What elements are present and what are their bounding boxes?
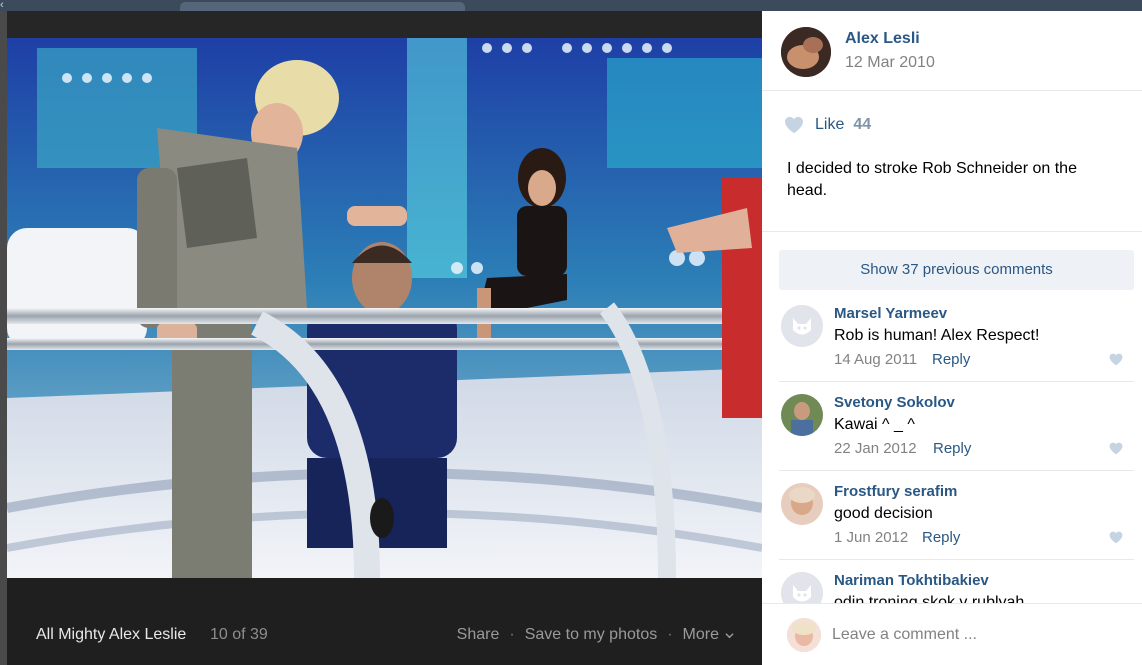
like-count: 44 — [853, 116, 872, 133]
back-chevron-icon: ‹ — [0, 0, 4, 11]
like-label: Like — [815, 116, 845, 133]
commenter-avatar[interactable] — [781, 483, 823, 525]
comment-text: Kawai ^ _ ^ — [834, 416, 915, 433]
photo-counter: 10 of 39 — [210, 626, 268, 643]
photo-description: I decided to stroke Rob Schneider on the… — [787, 160, 1077, 199]
comment-like-heart-icon[interactable] — [1109, 442, 1123, 455]
like-button[interactable]: Like 44 — [784, 116, 871, 134]
album-title-link[interactable]: All Mighty Alex Leslie — [36, 626, 186, 644]
divider — [779, 559, 1134, 560]
comment-item: Nariman Tokhtibakiev odin troning skok v… — [762, 568, 1142, 603]
background-search-bar — [180, 2, 465, 11]
heart-icon — [785, 116, 803, 134]
divider — [762, 603, 1142, 604]
chevron-down-icon[interactable] — [725, 631, 734, 640]
commenter-photo-avatar — [781, 394, 823, 436]
post-date: 12 Mar 2010 — [845, 54, 935, 71]
commenter-name-link[interactable]: Nariman Tokhtibakiev — [834, 572, 989, 589]
current-user-avatar[interactable] — [787, 618, 821, 652]
comment-like-heart-icon[interactable] — [1109, 353, 1123, 366]
viewer-footer: All Mighty Alex Leslie 10 of 39 Share · … — [7, 578, 762, 665]
divider — [779, 381, 1134, 382]
comment-item: Frostfury serafim good decision 1 Jun 20… — [762, 479, 1142, 568]
commenter-avatar[interactable] — [781, 305, 823, 347]
author-name-link[interactable]: Alex Lesli — [845, 30, 920, 48]
more-menu-button[interactable]: More — [683, 626, 719, 644]
reply-button[interactable]: Reply — [933, 440, 971, 457]
comment-text: Rob is human! Alex Respect! — [834, 327, 1040, 344]
divider — [762, 231, 1142, 232]
comment-date: 1 Jun 2012 — [834, 529, 909, 546]
reply-button[interactable]: Reply — [922, 529, 960, 546]
default-avatar-icon — [781, 305, 823, 347]
comment-input[interactable] — [832, 618, 1122, 652]
comment-text: odin troning skok v rublyah — [834, 594, 1025, 603]
comment-item: Marsel Yarmeev Rob is human! Alex Respec… — [762, 301, 1142, 390]
photo-viewer: All Mighty Alex Leslie 10 of 39 Share · … — [7, 11, 762, 665]
comment-text: good decision — [834, 505, 933, 522]
action-separator: · — [667, 626, 673, 643]
photo-image[interactable] — [7, 38, 762, 578]
share-button[interactable]: Share — [457, 626, 500, 644]
show-previous-comments-button[interactable]: Show 37 previous comments — [779, 250, 1134, 290]
divider — [779, 470, 1134, 471]
commenter-avatar[interactable] — [781, 572, 823, 603]
save-to-my-photos-button[interactable]: Save to my photos — [525, 626, 658, 644]
viewer-top-bar — [7, 11, 762, 38]
current-user-avatar-image — [787, 618, 821, 652]
photo-illustration — [7, 38, 762, 578]
divider — [762, 90, 1142, 91]
commenter-name-link[interactable]: Frostfury serafim — [834, 483, 957, 500]
default-avatar-icon — [781, 572, 823, 603]
author-avatar-image — [781, 27, 831, 77]
commenter-avatar[interactable] — [781, 394, 823, 436]
reply-button[interactable]: Reply — [932, 351, 970, 368]
commenter-name-link[interactable]: Svetony Sokolov — [834, 394, 955, 411]
photo-actions-bar: Share · Save to my photos · More — [457, 626, 734, 644]
author-avatar[interactable] — [781, 27, 831, 77]
comments-list: Marsel Yarmeev Rob is human! Alex Respec… — [762, 301, 1142, 603]
action-separator: · — [509, 626, 515, 643]
commenter-name-link[interactable]: Marsel Yarmeev — [834, 305, 947, 322]
comment-like-heart-icon[interactable] — [1109, 531, 1123, 544]
comment-date: 22 Jan 2012 — [834, 440, 917, 457]
comment-date: 14 Aug 2011 — [834, 351, 918, 368]
commenter-photo-avatar — [781, 483, 823, 525]
comment-item: Svetony Sokolov Kawai ^ _ ^ 22 Jan 2012 … — [762, 390, 1142, 479]
comments-panel: Alex Lesli 12 Mar 2010 Like 44 I decided… — [762, 11, 1142, 665]
background-header — [0, 0, 1142, 11]
